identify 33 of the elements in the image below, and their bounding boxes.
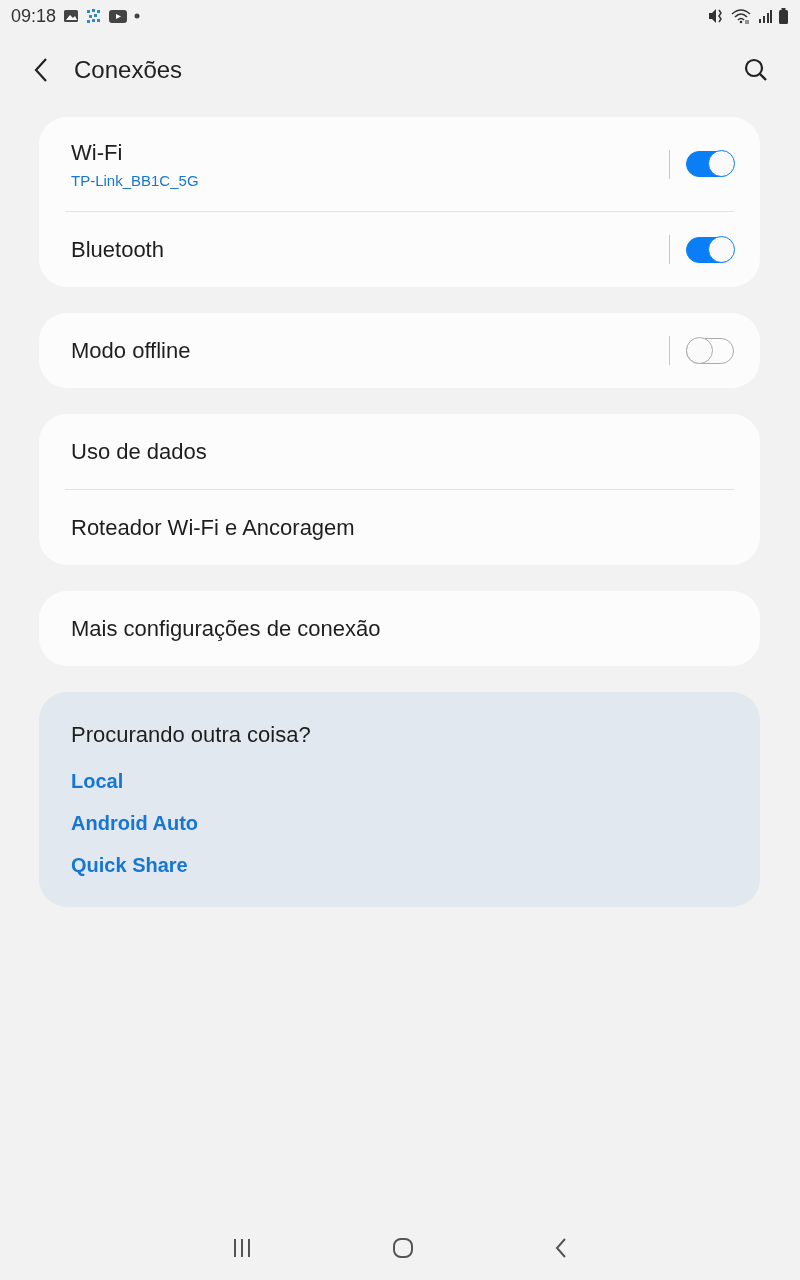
item-title: Mais configurações de conexão — [71, 615, 382, 642]
back-button[interactable] — [32, 56, 50, 84]
toggle-switch[interactable] — [686, 337, 734, 364]
item-title: Uso de dados — [71, 438, 208, 465]
toggle-switch[interactable] — [686, 236, 734, 263]
mute-icon — [708, 8, 724, 24]
recent-apps-icon[interactable] — [232, 1239, 252, 1257]
item-subtitle: TP-Link_BB1C_5G — [71, 171, 200, 189]
signal-icon — [758, 9, 772, 23]
item-title: Roteador Wi-Fi e Ancoragem — [71, 514, 356, 541]
video-play-icon — [109, 9, 128, 23]
battery-icon — [779, 8, 788, 24]
settings-item[interactable]: Mais configurações de conexão — [71, 591, 734, 666]
settings-item[interactable]: Wi-Fi TP-Link_BB1C_5G — [71, 117, 734, 211]
page-title: Conexões — [74, 56, 184, 84]
toggle-switch[interactable] — [686, 151, 734, 177]
image-icon — [63, 9, 80, 23]
item-title: Bluetooth — [71, 236, 165, 263]
suggestion-title: Procurando outra coisa? — [71, 722, 311, 748]
item-title: Wi-Fi — [71, 139, 124, 166]
suggestion-link[interactable]: Quick Share — [71, 854, 188, 877]
suggestion-link[interactable]: Android Auto — [71, 812, 198, 835]
settings-item[interactable]: Uso de dados — [71, 414, 734, 489]
settings-item[interactable]: Roteador Wi-Fi e Ancoragem — [71, 490, 734, 565]
wifi-icon — [731, 8, 751, 24]
item-title: Modo offline — [71, 337, 192, 364]
dot-icon — [134, 13, 141, 19]
suggestion-link[interactable]: Local — [71, 770, 124, 793]
status-time: 09:18 — [11, 5, 57, 27]
settings-item[interactable]: Modo offline — [71, 313, 734, 388]
back-icon[interactable] — [554, 1237, 568, 1259]
home-icon[interactable] — [392, 1237, 414, 1259]
settings-item[interactable]: Bluetooth — [71, 212, 734, 287]
